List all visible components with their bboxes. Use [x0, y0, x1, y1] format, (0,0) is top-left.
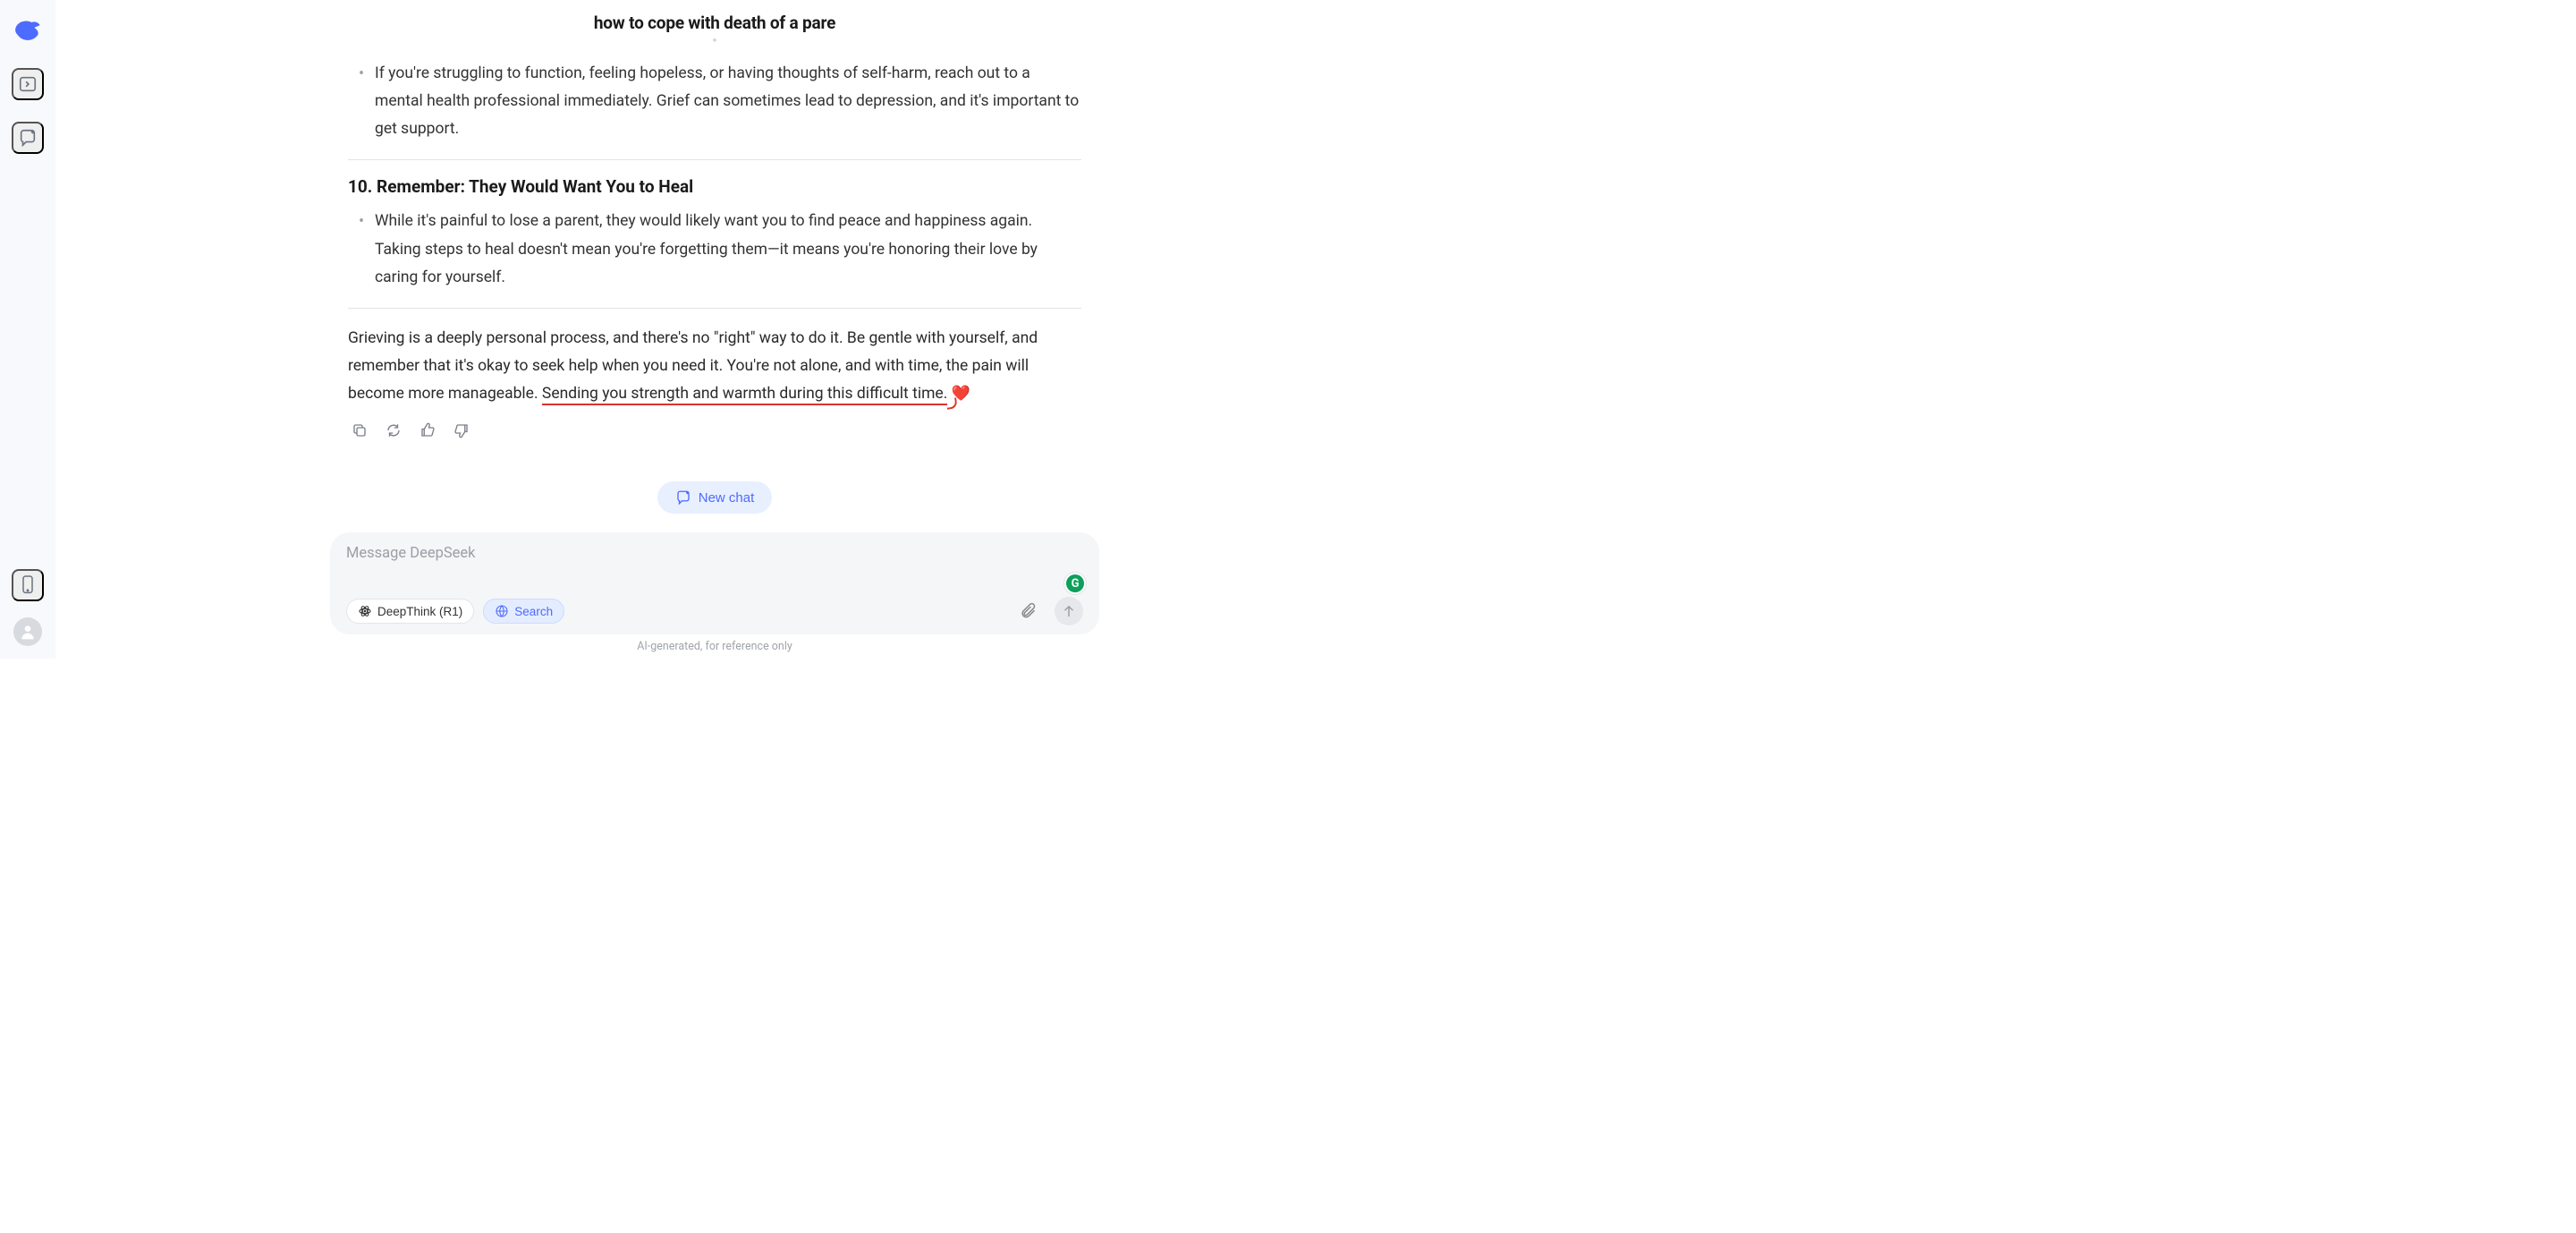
- search-label: Search: [514, 605, 553, 618]
- attach-button[interactable]: [1013, 597, 1042, 625]
- chat-plus-icon: [18, 128, 38, 148]
- disclaimer-text: AI-generated, for reference only: [637, 640, 792, 653]
- user-avatar[interactable]: [13, 617, 42, 646]
- section-divider: [348, 159, 1081, 160]
- arrow-up-icon: [1061, 603, 1077, 619]
- response-content: If you're struggling to function, feelin…: [55, 44, 1374, 532]
- response-bullet-item: If you're struggling to function, feelin…: [375, 60, 1081, 143]
- underline-flourish: [945, 397, 958, 410]
- response-bullet-item: While it's painful to lose a parent, the…: [375, 208, 1081, 291]
- search-toggle[interactable]: Search: [483, 599, 564, 624]
- deepthink-label: DeepThink (R1): [377, 605, 462, 618]
- person-icon: [19, 623, 37, 641]
- copy-button[interactable]: [350, 421, 369, 440]
- loading-indicator: ●: [55, 37, 1374, 44]
- new-chat-button[interactable]: New chat: [657, 481, 773, 514]
- thumbs-down-icon: [453, 422, 470, 438]
- deepthink-toggle[interactable]: DeepThink (R1): [346, 599, 474, 624]
- globe-icon: [495, 604, 509, 618]
- closing-paragraph: Grieving is a deeply personal process, a…: [348, 325, 1081, 408]
- send-button[interactable]: [1055, 597, 1083, 625]
- response-actions: [348, 421, 1081, 440]
- section-title: Remember: They Would Want You to Heal: [377, 176, 693, 197]
- section-number: 10.: [348, 176, 372, 197]
- regenerate-button[interactable]: [384, 421, 403, 440]
- atom-icon: [358, 604, 372, 618]
- message-input[interactable]: [346, 545, 1083, 581]
- panel-expand-icon: [18, 74, 38, 94]
- paperclip-icon: [1019, 602, 1037, 620]
- whale-logo-icon: [12, 14, 44, 47]
- closing-text-underlined: Sending you strength and warmth during t…: [542, 385, 947, 405]
- grammarly-icon: G: [1066, 574, 1084, 592]
- grammarly-badge[interactable]: G: [1063, 572, 1087, 595]
- phone-icon: [19, 574, 37, 596]
- message-input-box: G DeepThink (R1): [330, 532, 1099, 634]
- mobile-app-button[interactable]: [12, 569, 44, 601]
- expand-sidebar-button[interactable]: [12, 68, 44, 100]
- section-heading-10: 10. Remember: They Would Want You to Hea…: [348, 176, 1081, 197]
- thumbs-down-button[interactable]: [452, 421, 471, 440]
- page-title: how to cope with death of a pare: [55, 0, 1374, 37]
- section-divider: [348, 308, 1081, 309]
- copy-icon: [352, 422, 368, 438]
- app-logo[interactable]: [12, 14, 44, 47]
- chat-plus-icon: [675, 489, 691, 506]
- new-chat-label: New chat: [699, 490, 755, 506]
- new-chat-sidebar-button[interactable]: [12, 122, 44, 154]
- refresh-icon: [386, 422, 402, 438]
- thumbs-up-icon: [419, 422, 436, 438]
- thumbs-up-button[interactable]: [418, 421, 437, 440]
